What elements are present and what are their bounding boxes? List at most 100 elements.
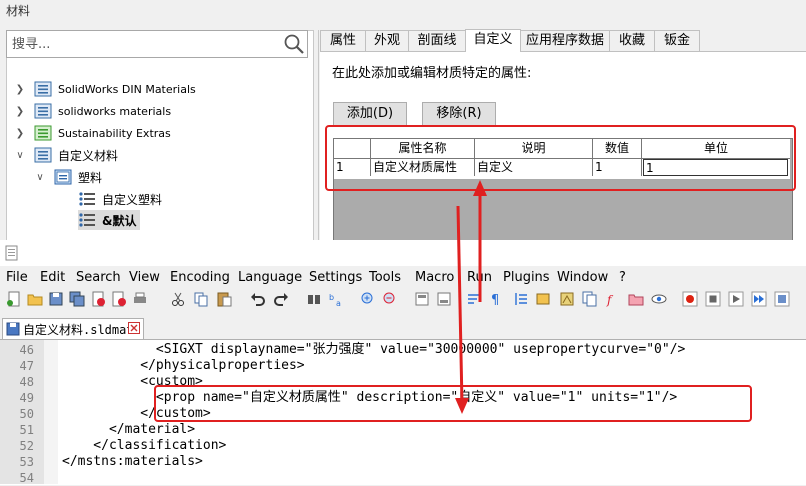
svg-text:b: b bbox=[329, 293, 334, 302]
tab-favorites[interactable]: 收藏 bbox=[609, 30, 655, 51]
menu-view[interactable]: View bbox=[129, 270, 160, 285]
menu-help[interactable]: ? bbox=[619, 270, 626, 285]
tree-item-label: 自定义塑料 bbox=[102, 192, 163, 207]
open-folder-icon[interactable] bbox=[27, 291, 43, 307]
menu-file[interactable]: File bbox=[6, 270, 28, 285]
tree-item-custom-plastic[interactable]: 自定义塑料 bbox=[78, 189, 162, 209]
paste-icon[interactable] bbox=[216, 291, 232, 307]
stop-macro-icon[interactable] bbox=[705, 291, 721, 307]
line-number: 48 bbox=[19, 375, 34, 389]
highlight-box-grid bbox=[325, 125, 796, 191]
code-line: </classification> bbox=[62, 438, 227, 453]
cut-icon[interactable] bbox=[170, 291, 186, 307]
close-all-icon[interactable] bbox=[111, 291, 127, 307]
menu-window[interactable]: Window bbox=[557, 270, 608, 285]
menu-edit[interactable]: Edit bbox=[40, 270, 65, 285]
document-list-icon[interactable] bbox=[582, 291, 598, 307]
line-number: 49 bbox=[19, 391, 34, 405]
menu-bar: File Edit Search View Encoding Language … bbox=[0, 268, 806, 288]
search-box bbox=[6, 30, 308, 58]
replace-icon[interactable]: ba bbox=[328, 291, 344, 307]
chevron-right-icon[interactable]: ❯ bbox=[14, 127, 26, 139]
add-button[interactable]: 添加(D) bbox=[333, 102, 407, 126]
svg-text:a: a bbox=[336, 299, 341, 307]
dialog-title: 材料 bbox=[6, 4, 31, 18]
tree-item-sustainability[interactable]: ❯ Sustainability Extras bbox=[14, 123, 171, 143]
save-all-icon[interactable] bbox=[69, 291, 85, 307]
tab-custom[interactable]: 自定义 bbox=[465, 29, 521, 52]
zoom-out-icon[interactable] bbox=[382, 291, 398, 307]
close-tab-icon[interactable] bbox=[128, 322, 140, 334]
line-number: 52 bbox=[19, 439, 34, 453]
code-line: </physicalproperties> bbox=[62, 358, 305, 373]
copy-icon[interactable] bbox=[193, 291, 209, 307]
editor-title-bar bbox=[0, 240, 806, 266]
run-macro-multiple-icon[interactable] bbox=[751, 291, 767, 307]
line-number: 50 bbox=[19, 407, 34, 421]
menu-tools[interactable]: Tools bbox=[369, 270, 401, 285]
tree-item-label: SolidWorks DIN Materials bbox=[58, 82, 196, 96]
chevron-right-icon[interactable]: ❯ bbox=[14, 105, 26, 117]
redo-icon[interactable] bbox=[273, 291, 289, 307]
folder-workspace-icon[interactable] bbox=[628, 291, 644, 307]
chevron-down-icon[interactable]: ∨ bbox=[14, 149, 26, 161]
material-library-icon bbox=[34, 81, 52, 97]
tree-item-label: 塑料 bbox=[78, 170, 103, 185]
line-number: 46 bbox=[19, 343, 34, 357]
menu-settings[interactable]: Settings bbox=[309, 270, 362, 285]
line-number: 51 bbox=[19, 423, 34, 437]
double-arrow-annotation bbox=[455, 180, 487, 414]
tree-item-solidworks-materials[interactable]: ❯ solidworks materials bbox=[14, 101, 171, 121]
record-macro-icon[interactable] bbox=[682, 291, 698, 307]
show-all-characters-icon[interactable]: ¶ bbox=[488, 291, 504, 307]
monitoring-icon[interactable] bbox=[651, 291, 667, 307]
material-library-icon bbox=[34, 147, 52, 163]
chevron-down-icon[interactable]: ∨ bbox=[34, 171, 46, 183]
undo-icon[interactable] bbox=[250, 291, 266, 307]
search-input[interactable] bbox=[10, 34, 284, 54]
fold-margin[interactable] bbox=[44, 340, 58, 484]
category-folder-icon bbox=[54, 169, 72, 185]
tree-item-label: solidworks materials bbox=[58, 104, 172, 118]
find-icon[interactable] bbox=[306, 291, 322, 307]
tree-item-default[interactable]: &默认 bbox=[78, 210, 141, 230]
document-tab[interactable]: 自定义材料.sldmat bbox=[2, 318, 144, 339]
line-number: 47 bbox=[19, 359, 34, 373]
tab-sheet-metal[interactable]: 钣金 bbox=[654, 30, 700, 51]
remove-button[interactable]: 移除(R) bbox=[422, 102, 496, 126]
tab-appearance[interactable]: 外观 bbox=[365, 30, 409, 51]
menu-macro[interactable]: Macro bbox=[415, 270, 454, 285]
new-file-icon[interactable] bbox=[6, 291, 22, 307]
tree-item-din-materials[interactable]: ❯ SolidWorks DIN Materials bbox=[14, 79, 196, 99]
tree-item-plastics[interactable]: ∨ 塑料 bbox=[34, 167, 102, 187]
menu-language[interactable]: Language bbox=[238, 270, 302, 285]
tab-crosshatch[interactable]: 剖面线 bbox=[408, 30, 466, 51]
code-line: </material> bbox=[62, 422, 196, 437]
tree-item-custom-materials[interactable]: ∨ 自定义材料 bbox=[14, 145, 118, 165]
menu-plugins[interactable]: Plugins bbox=[503, 270, 550, 285]
pane-splitter[interactable] bbox=[318, 30, 319, 240]
save-icon[interactable] bbox=[48, 291, 64, 307]
print-icon[interactable] bbox=[132, 291, 148, 307]
zoom-in-icon[interactable] bbox=[360, 291, 376, 307]
search-icon[interactable] bbox=[283, 33, 305, 55]
save-macro-icon[interactable] bbox=[774, 291, 790, 307]
tree-item-label: &默认 bbox=[102, 213, 137, 228]
tree-item-label: Sustainability Extras bbox=[58, 126, 171, 140]
document-map-icon[interactable] bbox=[559, 291, 575, 307]
panel-hint: 在此处添加或编辑材质特定的属性: bbox=[332, 66, 532, 81]
tab-properties[interactable]: 属性 bbox=[320, 30, 366, 51]
play-macro-icon[interactable] bbox=[728, 291, 744, 307]
line-number-gutter: 46 47 48 49 50 51 52 53 54 bbox=[0, 340, 44, 485]
function-list-icon[interactable]: f bbox=[605, 291, 621, 307]
udl-icon[interactable] bbox=[535, 291, 551, 307]
svg-text:f: f bbox=[606, 293, 614, 307]
menu-search[interactable]: Search bbox=[76, 270, 121, 285]
tab-application-data[interactable]: 应用程序数据 bbox=[520, 30, 610, 51]
menu-encoding[interactable]: Encoding bbox=[170, 270, 230, 285]
sync-vertical-icon[interactable] bbox=[414, 291, 430, 307]
close-file-icon[interactable] bbox=[90, 291, 106, 307]
chevron-right-icon[interactable]: ❯ bbox=[14, 83, 26, 95]
saved-file-icon bbox=[6, 322, 20, 336]
indent-guide-icon[interactable] bbox=[513, 291, 529, 307]
